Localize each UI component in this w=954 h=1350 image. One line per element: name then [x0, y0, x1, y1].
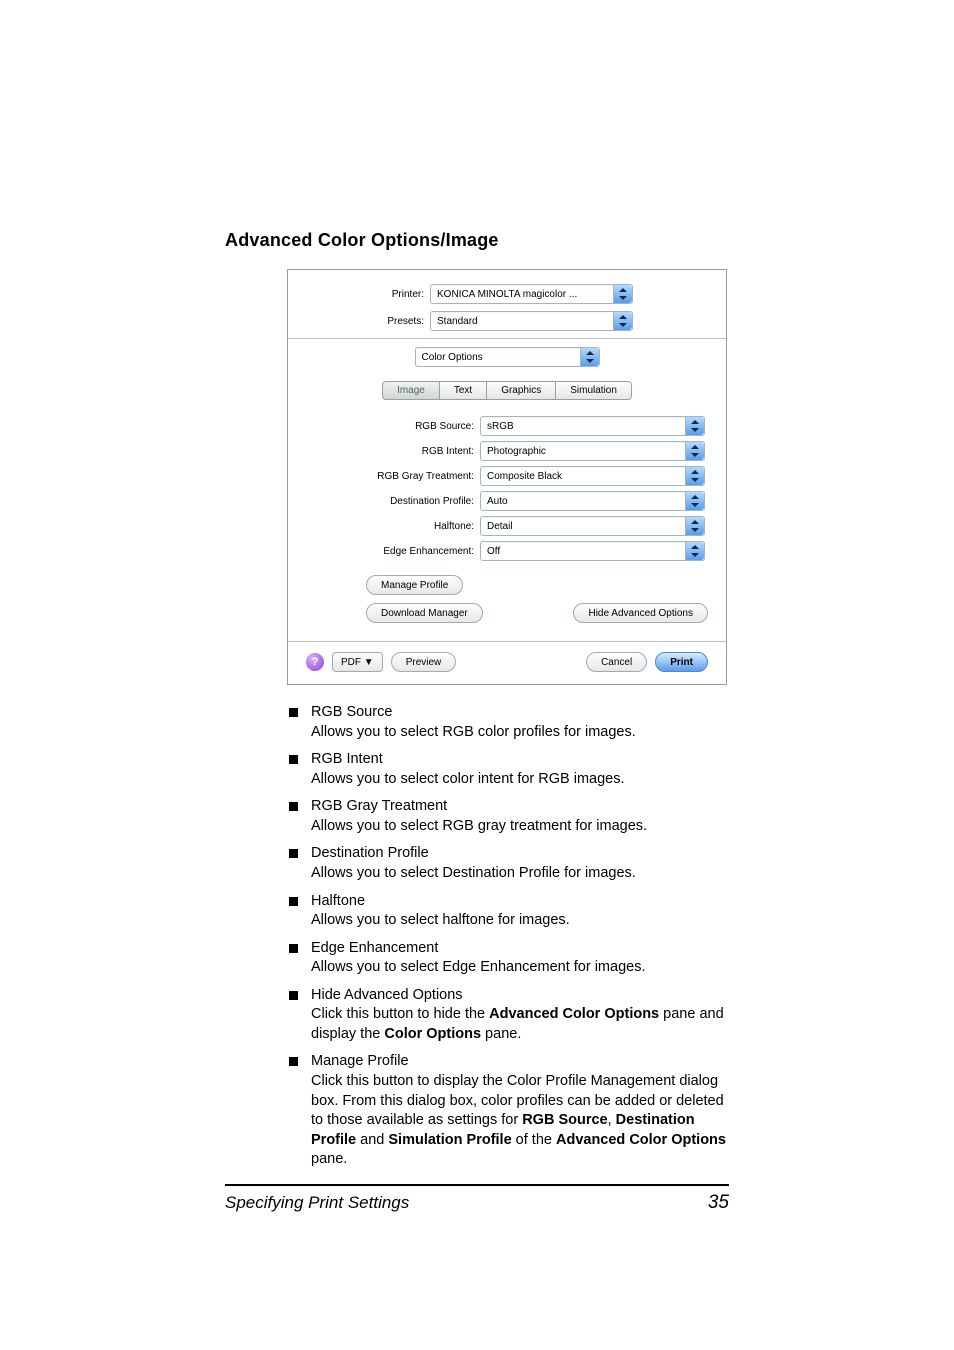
manage-profile-button[interactable]: Manage Profile [366, 575, 463, 595]
item-desc: Allows you to select halftone for images… [311, 911, 729, 931]
item-title: RGB Intent [311, 751, 383, 767]
stepper-icon [613, 285, 632, 303]
tab-simulation[interactable]: Simulation [555, 381, 632, 400]
rgb-intent-select[interactable]: Photographic [480, 441, 705, 461]
dest-profile-value: Auto [487, 496, 508, 507]
item-desc: Click this button to display the Color P… [311, 1072, 729, 1170]
rgb-source-select[interactable]: sRGB [480, 416, 705, 436]
dest-profile-label: Destination Profile: [306, 496, 480, 507]
halftone-select[interactable]: Detail [480, 516, 705, 536]
presets-select[interactable]: Standard [430, 311, 633, 331]
item-desc: Allows you to select color intent for RG… [311, 770, 729, 790]
rgb-gray-select[interactable]: Composite Black [480, 466, 705, 486]
hide-advanced-button[interactable]: Hide Advanced Options [573, 603, 708, 623]
text: and [356, 1132, 388, 1148]
rgb-intent-value: Photographic [487, 446, 546, 457]
presets-value: Standard [437, 316, 478, 327]
item-desc: Click this button to hide the Advanced C… [311, 1005, 729, 1044]
page-number: 35 [708, 1192, 729, 1214]
text-bold: Simulation Profile [388, 1132, 511, 1148]
printer-value: KONICA MINOLTA magicolor ... [437, 289, 577, 300]
item-title: Destination Profile [311, 845, 429, 861]
text-bold: Advanced Color Options [489, 1006, 659, 1022]
printer-label: Printer: [306, 289, 430, 300]
text: Click this button to hide the [311, 1006, 489, 1022]
item-desc: Allows you to select Edge Enhancement fo… [311, 958, 729, 978]
list-item: RGB Gray Treatment Allows you to select … [287, 797, 729, 836]
stepper-icon [685, 417, 704, 435]
item-desc: Allows you to select Destination Profile… [311, 864, 729, 884]
item-title: Edge Enhancement [311, 940, 438, 956]
cancel-button[interactable]: Cancel [586, 652, 647, 672]
tab-text[interactable]: Text [439, 381, 487, 400]
rgb-source-value: sRGB [487, 421, 514, 432]
pane-value: Color Options [422, 352, 483, 363]
section-heading: Advanced Color Options/Image [225, 230, 729, 251]
list-item: Destination Profile Allows you to select… [287, 844, 729, 883]
item-title: RGB Source [311, 704, 392, 720]
list-item: RGB Source Allows you to select RGB colo… [287, 703, 729, 742]
footer-title: Specifying Print Settings [225, 1193, 409, 1213]
list-item: Edge Enhancement Allows you to select Ed… [287, 939, 729, 978]
edge-value: Off [487, 546, 500, 557]
halftone-label: Halftone: [306, 521, 480, 532]
text: pane. [481, 1026, 521, 1042]
help-button[interactable]: ? [306, 653, 324, 671]
pdf-menu-button[interactable]: PDF ▼ [332, 652, 383, 672]
stepper-icon [580, 348, 599, 366]
text-bold: Color Options [384, 1026, 481, 1042]
tab-graphics[interactable]: Graphics [486, 381, 556, 400]
item-desc: Allows you to select RGB color profiles … [311, 723, 729, 743]
print-button[interactable]: Print [655, 652, 708, 672]
edge-select[interactable]: Off [480, 541, 705, 561]
options-tabs: Image Text Graphics Simulation [306, 381, 708, 400]
pane-select[interactable]: Color Options [415, 347, 600, 367]
stepper-icon [685, 442, 704, 460]
stepper-icon [685, 542, 704, 560]
stepper-icon [685, 467, 704, 485]
item-desc: Allows you to select RGB gray treatment … [311, 817, 729, 837]
item-title: Manage Profile [311, 1053, 409, 1069]
halftone-value: Detail [487, 521, 513, 532]
rgb-gray-label: RGB Gray Treatment: [306, 471, 480, 482]
download-manager-button[interactable]: Download Manager [366, 603, 483, 623]
list-item: RGB Intent Allows you to select color in… [287, 750, 729, 789]
list-item: Halftone Allows you to select halftone f… [287, 892, 729, 931]
dest-profile-select[interactable]: Auto [480, 491, 705, 511]
text: of the [512, 1132, 556, 1148]
text: pane. [311, 1151, 347, 1167]
options-description: RGB Source Allows you to select RGB colo… [287, 703, 729, 1170]
text-bold: RGB Source [522, 1112, 607, 1128]
printer-select[interactable]: KONICA MINOLTA magicolor ... [430, 284, 633, 304]
preview-button[interactable]: Preview [391, 652, 457, 672]
rgb-gray-value: Composite Black [487, 471, 562, 482]
item-title: RGB Gray Treatment [311, 798, 447, 814]
stepper-icon [685, 517, 704, 535]
list-item: Hide Advanced Options Click this button … [287, 986, 729, 1045]
stepper-icon [685, 492, 704, 510]
list-item: Manage Profile Click this button to disp… [287, 1052, 729, 1169]
print-dialog: Printer: KONICA MINOLTA magicolor ... Pr… [287, 269, 727, 685]
stepper-icon [613, 312, 632, 330]
pdf-label: PDF ▼ [341, 657, 374, 668]
rgb-intent-label: RGB Intent: [306, 446, 480, 457]
item-title: Hide Advanced Options [311, 987, 463, 1003]
presets-label: Presets: [306, 316, 430, 327]
item-title: Halftone [311, 893, 365, 909]
text: , [608, 1112, 616, 1128]
rgb-source-label: RGB Source: [306, 421, 480, 432]
text-bold: Advanced Color Options [556, 1132, 726, 1148]
edge-label: Edge Enhancement: [306, 546, 480, 557]
tab-image[interactable]: Image [382, 381, 440, 400]
